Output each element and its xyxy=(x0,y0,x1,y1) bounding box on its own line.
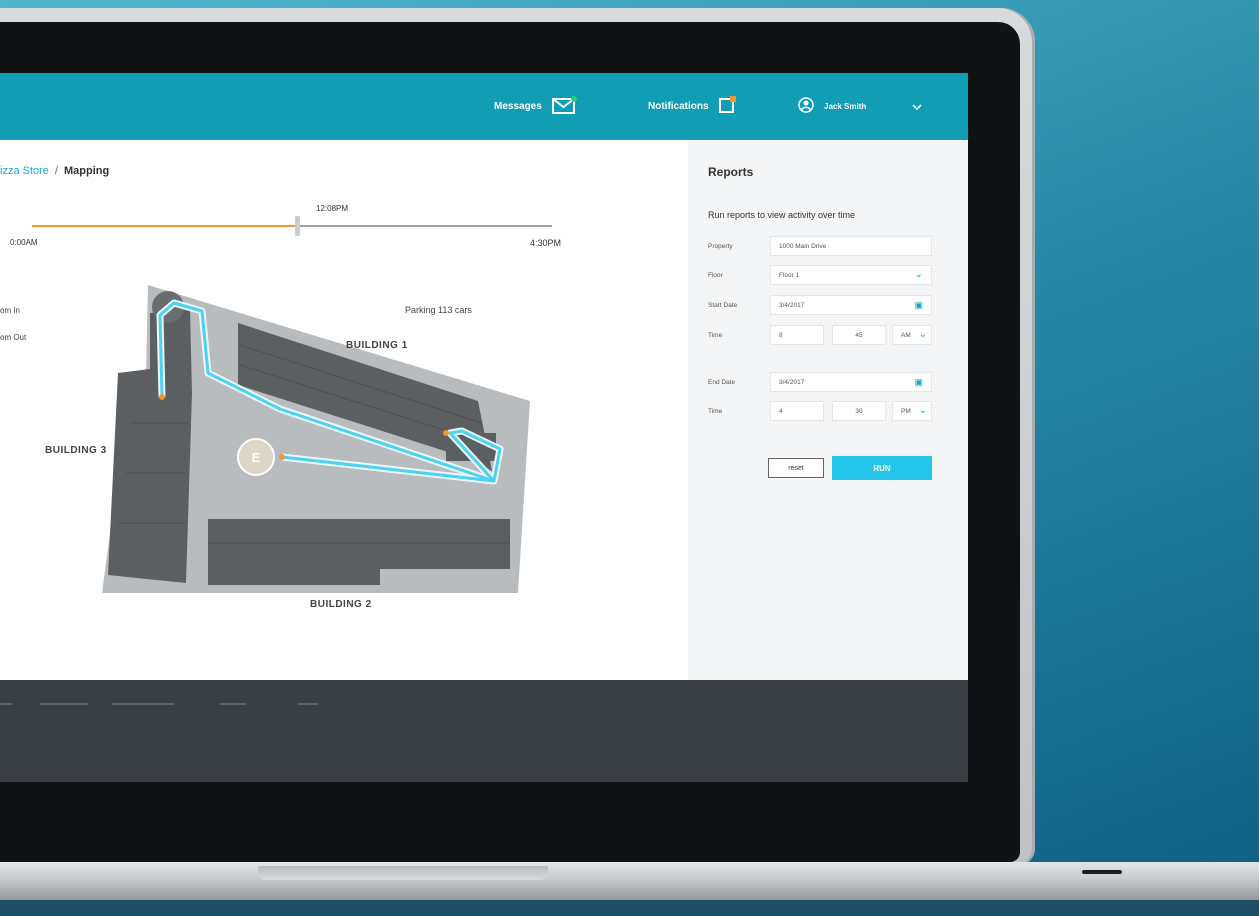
start-minute-field[interactable]: 45 xyxy=(832,325,886,345)
start-date-field[interactable]: 3/4/2017 ▣ xyxy=(770,295,932,315)
route-end-marker xyxy=(443,430,449,436)
footer-link-placeholder[interactable] xyxy=(220,703,246,705)
app-footer xyxy=(0,680,968,782)
laptop-indicator xyxy=(1082,870,1122,874)
timeline-slider[interactable] xyxy=(32,225,552,227)
laptop-shadow xyxy=(0,900,1259,916)
breadcrumb-separator: / xyxy=(54,165,58,177)
floor-select[interactable]: Floor 1 ⌄ xyxy=(770,265,932,285)
end-date-value: 3/4/2017 xyxy=(779,378,805,386)
chevron-down-icon: ⌄ xyxy=(914,269,923,280)
start-minute-value: 45 xyxy=(855,331,863,339)
timeline-start-time: 0:00AM xyxy=(10,238,38,247)
laptop-hinge-notch xyxy=(258,866,548,880)
reports-description: Run reports to view activity over time xyxy=(708,210,856,220)
envelope-icon xyxy=(551,96,578,117)
chevron-down-icon: ⌄ xyxy=(918,405,927,416)
end-ampm-value: PM xyxy=(901,407,911,415)
legend-zoom-in[interactable]: om In xyxy=(0,306,20,315)
end-time-label: Time xyxy=(708,408,723,415)
legend-zoom-out[interactable]: om Out xyxy=(0,333,26,342)
start-date-label: Start Date xyxy=(708,302,738,309)
end-hour-value: 4 xyxy=(779,407,783,415)
laptop-base xyxy=(0,862,1259,902)
building-3-shape xyxy=(108,309,192,583)
reports-title: Reports xyxy=(708,165,754,179)
footer-link-placeholder[interactable] xyxy=(112,703,174,705)
floor-label: Floor xyxy=(708,272,723,279)
chevron-down-icon: ⌄ xyxy=(918,329,927,340)
breadcrumb-current: Mapping xyxy=(63,165,110,177)
property-value: 1000 Main Drive xyxy=(779,242,827,250)
notifications-label: Notifications xyxy=(648,101,709,112)
app-header: Messages Notifications Jack Smith xyxy=(0,73,968,140)
building-3-label: BUILDING 3 xyxy=(45,445,107,456)
start-ampm-select[interactable]: AM ⌄ xyxy=(892,325,932,345)
floor-plan-map[interactable]: E xyxy=(90,273,540,603)
start-hour-field[interactable]: 8 xyxy=(770,325,824,345)
parking-count: Parking 113 cars xyxy=(405,305,472,315)
breadcrumb: izza Store / Mapping xyxy=(0,165,109,177)
timeline-slider-handle[interactable] xyxy=(295,216,301,236)
calendar-icon[interactable]: ▣ xyxy=(914,300,923,311)
timeline-end-time: 4:30PM xyxy=(530,238,562,248)
messages-button[interactable]: Messages xyxy=(494,73,578,140)
calendar-icon[interactable]: ▣ xyxy=(914,377,923,388)
property-label: Property xyxy=(708,243,733,250)
end-date-field[interactable]: 3/4/2017 ▣ xyxy=(770,372,932,392)
building-2-label: BUILDING 2 xyxy=(310,599,372,610)
floor-value: Floor 1 xyxy=(779,271,800,279)
start-ampm-value: AM xyxy=(901,331,911,339)
start-date-value: 3/4/2017 xyxy=(779,301,805,309)
run-button[interactable]: RUN xyxy=(832,456,932,480)
user-menu[interactable]: Jack Smith xyxy=(798,73,866,140)
end-ampm-select[interactable]: PM ⌄ xyxy=(892,401,932,421)
reports-panel: Reports Run reports to view activity ove… xyxy=(688,140,968,680)
notifications-button[interactable]: Notifications xyxy=(648,73,737,140)
elevator-marker-label: E xyxy=(252,450,261,465)
footer-link-placeholder[interactable] xyxy=(298,703,318,705)
footer-link-placeholder[interactable] xyxy=(40,703,88,705)
timeline-slider-fill xyxy=(32,225,298,227)
building-1-label: BUILDING 1 xyxy=(346,340,408,351)
reset-button[interactable]: reset xyxy=(768,458,824,478)
messages-label: Messages xyxy=(494,101,542,112)
elevator-connector xyxy=(279,454,285,460)
notification-bell-icon xyxy=(718,96,737,117)
user-avatar-icon xyxy=(798,97,814,116)
end-hour-field[interactable]: 4 xyxy=(770,401,824,421)
chevron-down-icon[interactable] xyxy=(912,73,922,140)
user-name: Jack Smith xyxy=(824,102,867,111)
end-minute-field[interactable]: 30 xyxy=(832,401,886,421)
timeline-current-time: 12:08PM xyxy=(316,204,349,213)
app-screen: Messages Notifications Jack Smith izza S… xyxy=(0,73,968,782)
start-hour-value: 8 xyxy=(779,331,783,339)
property-field[interactable]: 1000 Main Drive xyxy=(770,236,932,256)
end-date-label: End Date xyxy=(708,379,736,386)
footer-divider xyxy=(0,703,12,705)
end-minute-value: 30 xyxy=(855,407,863,415)
breadcrumb-parent-link[interactable]: izza Store xyxy=(0,165,49,177)
start-time-label: Time xyxy=(708,332,723,339)
route-start-marker xyxy=(159,394,165,400)
